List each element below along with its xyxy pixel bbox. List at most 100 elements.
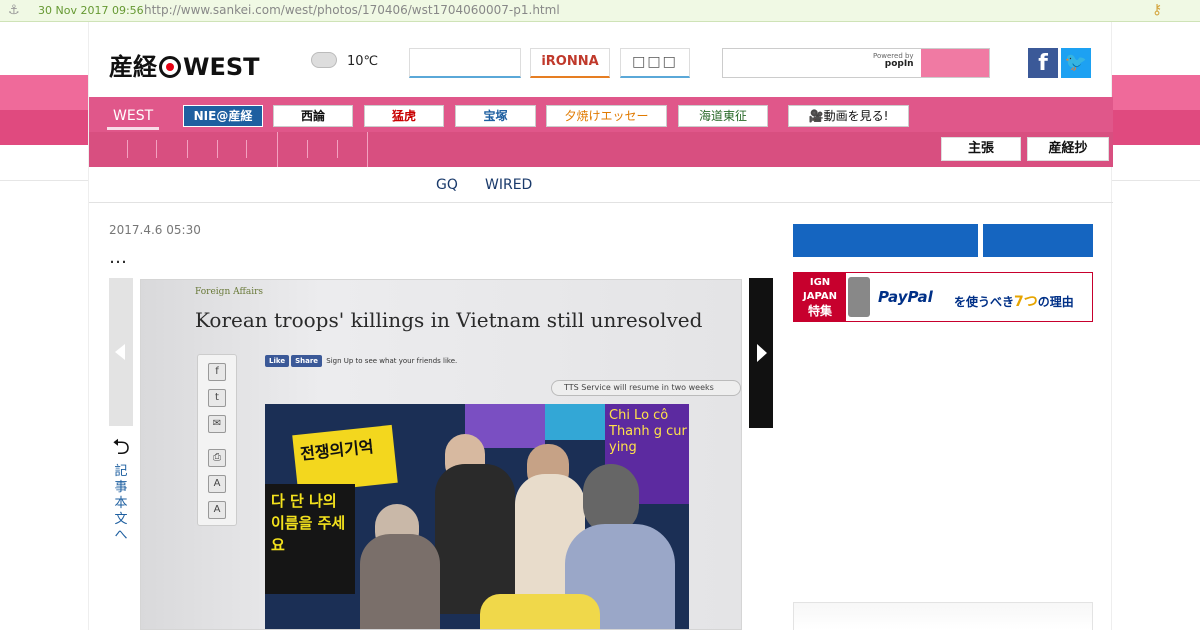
paypal-ad-banner[interactable]: IGN JAPAN 特集 PayPal を使うべき7つの理由	[793, 272, 1093, 322]
back-to-article-label: 記 事 本 文 へ	[109, 464, 133, 544]
weather-widget: 10℃	[311, 49, 378, 69]
nav-separator	[307, 140, 308, 158]
sidebar-tab-left[interactable]	[793, 224, 978, 257]
flowers	[480, 594, 600, 629]
korean-sign-black: 다 단 나의 이름을 주세요	[265, 484, 355, 594]
nav-item-kaido-tosei[interactable]: 海道東征	[678, 105, 768, 127]
photo-headline: Korean troops' killings in Vietnam still…	[195, 308, 703, 332]
sidebar-box	[793, 602, 1093, 630]
nav-separator	[187, 140, 188, 158]
nav-item-video[interactable]: 🎥動画を見る!	[788, 105, 909, 127]
article-date: 2017.4.6 05:30	[109, 223, 201, 237]
font-decrease-icon: A	[208, 501, 226, 519]
back-label-char-4: 文	[114, 512, 128, 527]
nav-item-nie[interactable]: NIE@産経	[183, 105, 263, 127]
nav-west[interactable]: WEST	[106, 108, 160, 130]
nav-separator	[337, 140, 338, 158]
powered-by-popin: Powered by popIn	[873, 52, 914, 69]
nav-separator	[246, 140, 247, 158]
ad-text: を使うべき7つの理由	[954, 291, 1074, 311]
video-camera-icon: 🎥	[808, 109, 824, 123]
sub-nav: GQ WIRED	[89, 167, 1113, 203]
cloud-icon	[311, 52, 337, 68]
header-link-box[interactable]: □□□	[620, 48, 690, 78]
archive-date: 30 Nov 2017 09:56	[38, 4, 144, 17]
facebook-icon[interactable]: f	[1028, 48, 1058, 78]
gallery-next-button[interactable]	[749, 278, 773, 428]
pink-band-left	[0, 75, 88, 145]
article-title: …	[109, 247, 127, 268]
email-icon: ✉	[208, 415, 226, 433]
back-to-article-link[interactable]: ⮌ 記 事 本 文 へ	[109, 436, 133, 544]
ad-text-num: 7つ	[1014, 294, 1038, 310]
facebook-icon: f	[208, 363, 226, 381]
person-body	[360, 534, 440, 629]
gallery-prev-button[interactable]	[109, 278, 133, 426]
protest-photo: Chi Lo cô Thanh g cur ying 전쟁의기억 다 단 나의 …	[265, 404, 689, 629]
secondary-nav: 主張 産経抄	[89, 132, 1113, 167]
nav-separator	[277, 132, 278, 167]
ironna-link[interactable]: iRONNA	[530, 48, 610, 78]
powered-by-brand: popIn	[884, 59, 914, 69]
back-label-char-5: へ	[114, 528, 128, 543]
photo-like-button: Like	[265, 355, 290, 367]
anchor-icon[interactable]: ⚓	[8, 3, 20, 18]
nav-item-seiron[interactable]: 西論	[273, 105, 353, 127]
photo-tts-notice: TTS Service will resume in two weeks	[551, 380, 741, 396]
back-label-char-1: 記	[114, 464, 128, 479]
photo-share-button: Share	[291, 355, 323, 367]
ad-text-after: の理由	[1037, 295, 1074, 309]
nav-separator	[217, 140, 218, 158]
chevron-right-icon	[757, 344, 767, 362]
back-label-char-3: 本	[114, 496, 128, 511]
ign-japan-logo: IGN JAPAN 特集	[794, 273, 846, 321]
photo-section-label: Foreign Affairs	[195, 287, 263, 297]
subnav-gq[interactable]: GQ	[436, 177, 458, 193]
side-divider-left	[0, 145, 88, 181]
phone-icon	[848, 277, 870, 317]
person-body	[435, 464, 515, 614]
photo-share-column: f t ✉ ⎙ A A	[197, 354, 237, 526]
font-increase-icon: A	[208, 475, 226, 493]
korean-sign-black-text: 다 단 나의 이름을 주세요	[271, 492, 346, 554]
search-button[interactable]	[921, 49, 989, 77]
search-box[interactable]: Powered by popIn	[722, 48, 990, 78]
header-link-blank[interactable]	[409, 48, 521, 78]
gallery-photo[interactable]: Foreign Affairs Korean troops' killings …	[140, 279, 742, 630]
nav-item-moko[interactable]: 猛虎	[364, 105, 444, 127]
blue-sign	[545, 404, 605, 440]
twitter-icon: t	[208, 389, 226, 407]
ad-text-before: を使うべき	[954, 295, 1015, 309]
nav-item-video-label: 動画を見る!	[823, 109, 889, 123]
nav-separator	[156, 140, 157, 158]
paypal-logo: PayPal	[878, 288, 933, 306]
shucho-button[interactable]: 主張	[941, 137, 1021, 161]
primary-nav: WEST NIE@産経 西論 猛虎 宝塚 夕焼けエッセー 海道東征 🎥動画を見る…	[89, 97, 1113, 132]
sankei-west-logo[interactable]: 産経 WEST	[109, 47, 260, 81]
print-icon: ⎙	[208, 449, 226, 467]
side-divider-right	[1112, 145, 1200, 181]
photo-like-bar: Like Share Sign Up to see what your frien…	[265, 355, 457, 367]
chevron-left-icon	[115, 344, 125, 360]
sidebar-tab-right[interactable]	[983, 224, 1093, 257]
nav-separator	[127, 140, 128, 158]
sankeisho-button[interactable]: 産経抄	[1027, 137, 1109, 161]
logo-text-left: 産経	[109, 53, 157, 81]
photo-signup-text: Sign Up to see what your friends like.	[326, 357, 458, 365]
nav-item-yuyake-essay[interactable]: 夕焼けエッセー	[546, 105, 667, 127]
pink-band-right	[1112, 75, 1200, 145]
back-label-char-2: 事	[114, 480, 128, 495]
return-arrow-icon: ⮌	[112, 435, 130, 460]
ign-sub: 特集	[807, 304, 832, 318]
archive-url[interactable]: http://www.sankei.com/west/photos/170406…	[144, 3, 560, 17]
page-container: 産経 WEST 10℃ iRONNA □□□ Powered by popIn f…	[88, 22, 1113, 630]
key-icon[interactable]: ⚷	[1152, 2, 1162, 18]
nav-item-takarazuka[interactable]: 宝塚	[455, 105, 536, 127]
logo-mark-icon	[159, 56, 181, 78]
logo-text-right: WEST	[183, 53, 260, 81]
subnav-wired[interactable]: WIRED	[485, 177, 532, 193]
nav-separator	[367, 132, 368, 167]
twitter-icon[interactable]: 🐦	[1061, 48, 1091, 78]
weather-temp: 10℃	[347, 54, 379, 69]
korean-sign-yellow: 전쟁의기억	[292, 424, 398, 494]
